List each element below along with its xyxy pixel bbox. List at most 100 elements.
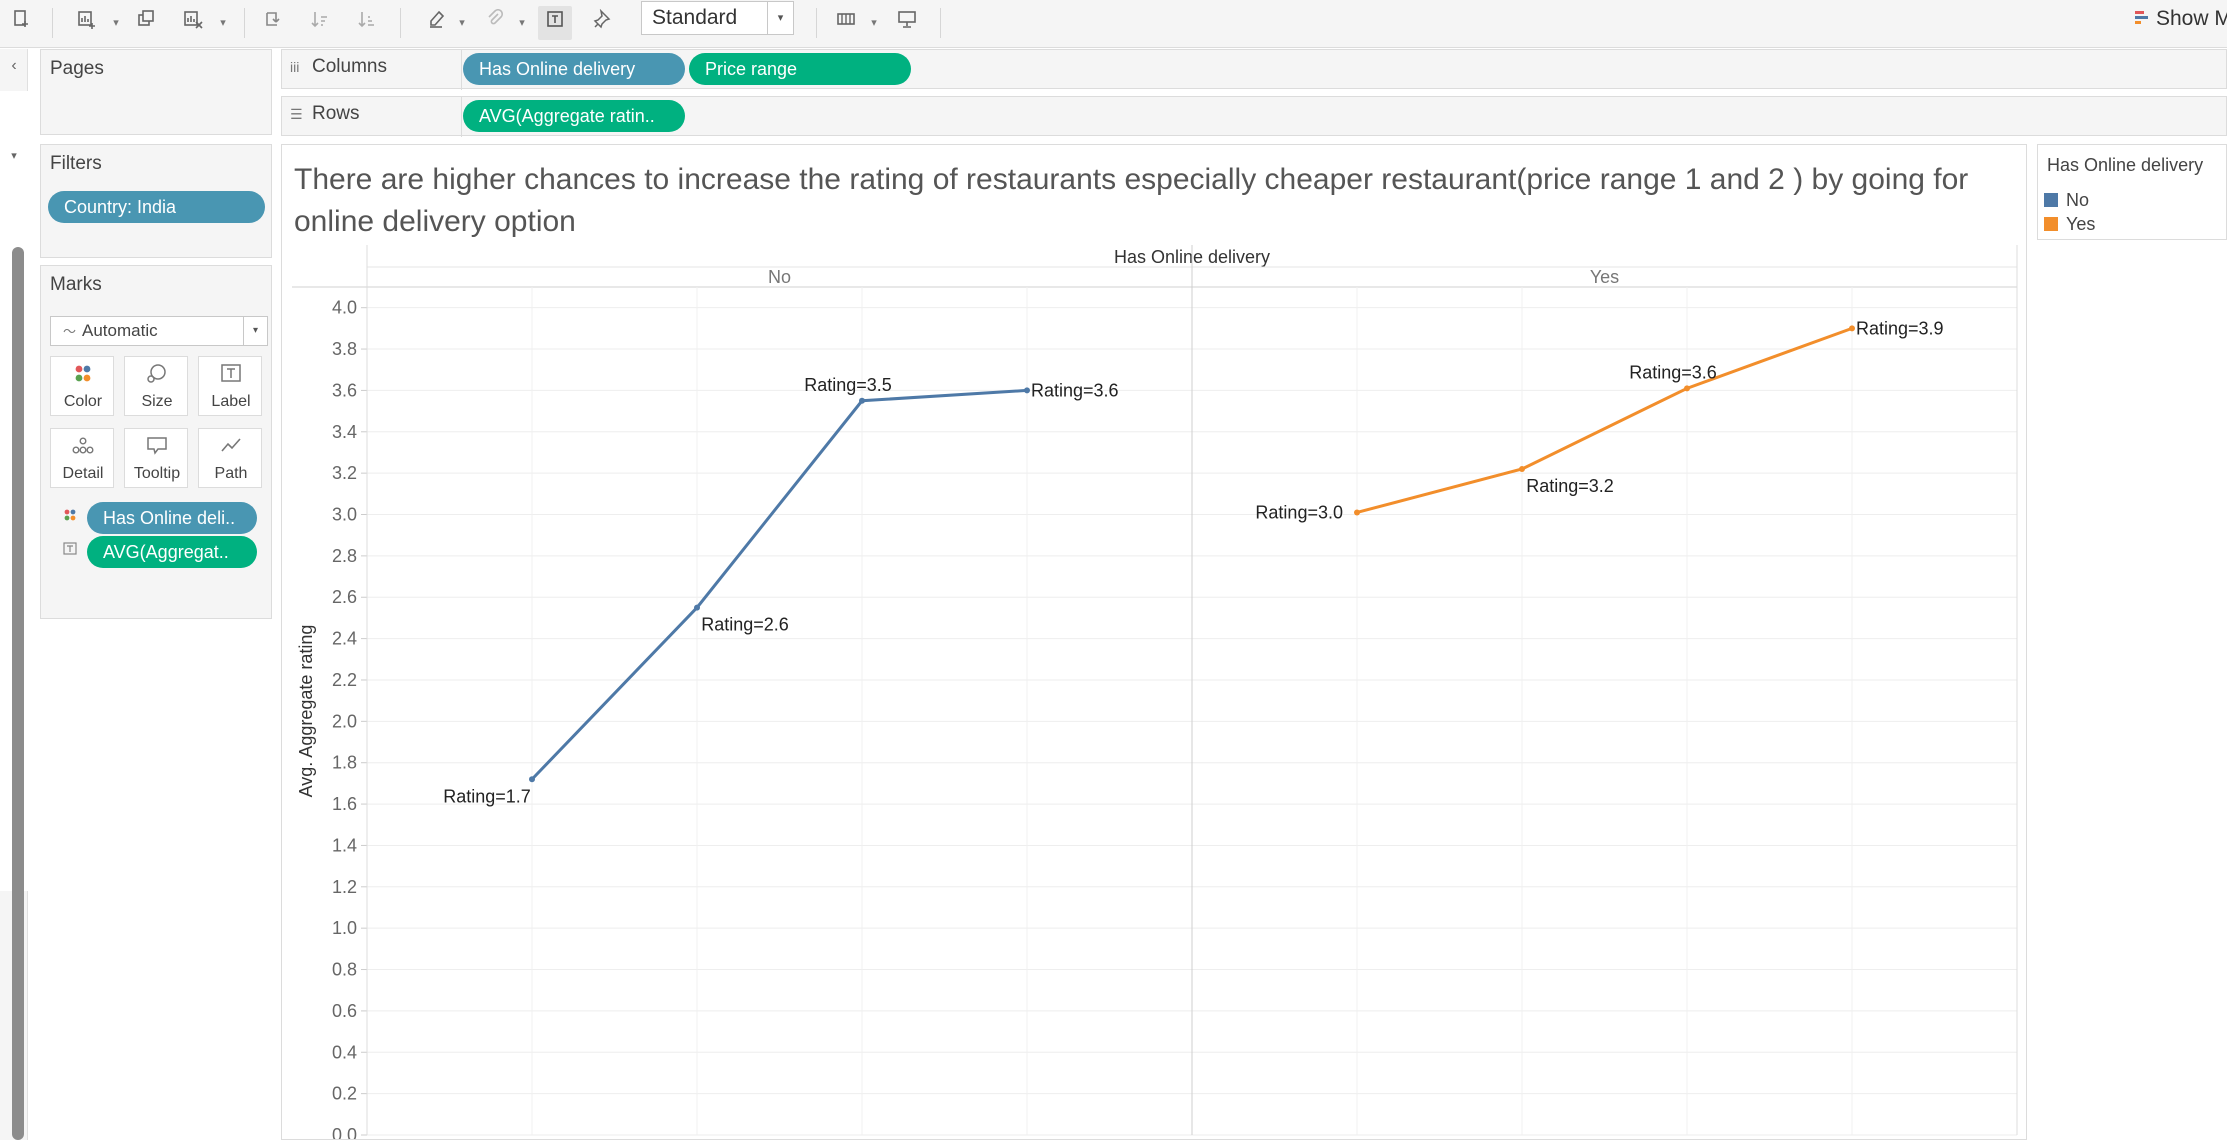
- line-mark-icon: 〜: [63, 324, 77, 339]
- new-worksheet-dropdown-icon[interactable]: ▾: [110, 6, 122, 40]
- data-label: Rating=3.6: [1629, 362, 1717, 382]
- y-tick-label: 1.4: [332, 835, 357, 855]
- color-legend[interactable]: Has Online delivery No Yes: [2037, 144, 2227, 240]
- x-tick-label: 1: [1353, 1138, 1362, 1139]
- data-label: Rating=3.9: [1856, 318, 1944, 338]
- x-tick-label: 4: [1848, 1138, 1857, 1139]
- clear-dropdown-icon[interactable]: ▾: [217, 6, 229, 40]
- columns-shelf[interactable]: iii Columns Has Online delivery Price ran…: [281, 49, 2227, 90]
- rows-shelf[interactable]: ☰ Rows AVG(Aggregate ratin..: [281, 96, 2227, 137]
- pages-title: Pages: [50, 58, 104, 79]
- tooltip-card-label: Tooltip: [133, 465, 181, 482]
- filter-pill-country[interactable]: Country: India: [48, 191, 265, 223]
- line-chart[interactable]: Has Online deliveryNo Yes0.00.20.40.60.81…: [282, 245, 2026, 1139]
- toolbar-separator: [940, 8, 941, 38]
- show-me-label: Show M: [2156, 7, 2227, 30]
- view-title: There are higher chances to increase the…: [294, 163, 1969, 238]
- columns-label: Columns: [312, 56, 387, 77]
- x-tick-label: 3: [858, 1138, 867, 1139]
- duplicate-icon[interactable]: [129, 6, 163, 40]
- sort-descending-icon[interactable]: [350, 6, 384, 40]
- y-tick-label: 2.0: [332, 711, 357, 731]
- marks-field-color[interactable]: Has Online deli..: [87, 502, 257, 534]
- pane-header-yes: Yes: [1590, 267, 1619, 287]
- columns-pill-online-delivery[interactable]: Has Online delivery: [463, 53, 685, 85]
- expand-pane-icon[interactable]: ‹: [0, 57, 28, 75]
- filters-title: Filters: [50, 153, 102, 174]
- show-me-button[interactable]: Show M: [2134, 4, 2227, 34]
- y-tick-label: 1.0: [332, 918, 357, 938]
- size-card[interactable]: Size: [124, 356, 188, 416]
- show-cards-icon[interactable]: [830, 6, 864, 40]
- pages-panel[interactable]: Pages: [40, 49, 272, 135]
- legend-item-no[interactable]: No: [2044, 189, 2089, 211]
- presentation-icon[interactable]: [890, 6, 924, 40]
- clear-sheet-icon[interactable]: [176, 6, 210, 40]
- x-tick-label: 4: [1023, 1138, 1032, 1139]
- chevron-down-icon[interactable]: ▾: [767, 2, 793, 34]
- color-card[interactable]: Color: [50, 356, 114, 416]
- x-tick-label: 2: [1518, 1138, 1527, 1139]
- y-tick-label: 0.2: [332, 1084, 357, 1104]
- sort-ascending-icon[interactable]: [303, 6, 337, 40]
- toolbar-separator: [244, 8, 245, 38]
- show-labels-icon[interactable]: [538, 6, 572, 40]
- color-icon: [51, 363, 115, 387]
- rows-pill-avg-rating[interactable]: AVG(Aggregate ratin..: [463, 100, 685, 132]
- rows-shelf-label: ☰ Rows: [290, 103, 360, 125]
- legend-label-no: No: [2066, 190, 2090, 210]
- detail-card-label: Detail: [62, 465, 104, 482]
- legend-item-yes[interactable]: Yes: [2044, 213, 2095, 235]
- scrollbar[interactable]: [12, 247, 24, 1140]
- y-tick-label: 3.8: [332, 339, 357, 359]
- rows-icon: ☰: [290, 106, 303, 122]
- fix-axes-icon[interactable]: [586, 6, 620, 40]
- swap-icon[interactable]: [256, 6, 290, 40]
- fit-select[interactable]: Standard ▾: [641, 1, 794, 35]
- data-label: Rating=3.0: [1255, 502, 1343, 522]
- y-tick-label: 3.0: [332, 505, 357, 525]
- highlight-icon[interactable]: [420, 6, 454, 40]
- marks-title: Marks: [50, 274, 102, 295]
- label-icon: [199, 363, 263, 387]
- toolbar: ▾ ▾ ▾ ▾ Standard ▾ ▾ Show M: [0, 0, 2227, 48]
- data-point: [1519, 466, 1525, 473]
- tooltip-card[interactable]: Tooltip: [124, 428, 188, 488]
- worksheet-view: There are higher chances to increase the…: [281, 144, 2027, 1140]
- group-icon[interactable]: [478, 6, 512, 40]
- columns-pill-price-range[interactable]: Price range: [689, 53, 911, 85]
- mark-type-select[interactable]: 〜 Automatic ▾: [50, 316, 268, 346]
- x-tick-label: 0: [363, 1138, 372, 1139]
- data-label: Rating=2.6: [701, 615, 789, 635]
- toolbar-separator: [816, 8, 817, 38]
- pane-header-no: No: [768, 267, 791, 287]
- label-encoding-icon: [61, 542, 79, 560]
- new-worksheet-icon[interactable]: [70, 6, 104, 40]
- marks-field-label[interactable]: AVG(Aggregat..: [87, 536, 257, 568]
- new-data-source-icon[interactable]: [4, 6, 38, 40]
- y-tick-label: 1.8: [332, 753, 357, 773]
- show-cards-dropdown-icon[interactable]: ▾: [868, 6, 880, 40]
- y-tick-label: 4.0: [332, 298, 357, 318]
- y-tick-label: 2.2: [332, 670, 357, 690]
- data-point: [859, 397, 865, 404]
- chevron-down-icon[interactable]: ▾: [0, 149, 28, 162]
- color-card-label: Color: [63, 393, 103, 410]
- detail-card[interactable]: Detail: [50, 428, 114, 488]
- y-tick-label: 1.6: [332, 794, 357, 814]
- path-card[interactable]: Path: [198, 428, 262, 488]
- y-tick-label: 2.4: [332, 629, 357, 649]
- mark-type-value: Automatic: [82, 321, 158, 340]
- path-card-label: Path: [214, 465, 248, 482]
- y-tick-label: 3.6: [332, 380, 357, 400]
- columns-icon: iii: [290, 59, 300, 75]
- y-tick-label: 2.6: [332, 587, 357, 607]
- group-dropdown-icon[interactable]: ▾: [516, 6, 528, 40]
- filters-panel[interactable]: Filters Country: India: [40, 144, 272, 258]
- x-tick-label: 2: [693, 1138, 702, 1139]
- label-card[interactable]: Label: [198, 356, 262, 416]
- chevron-down-icon[interactable]: ▾: [243, 317, 267, 345]
- highlight-dropdown-icon[interactable]: ▾: [456, 6, 468, 40]
- size-card-label: Size: [141, 393, 173, 410]
- shelf-divider: [461, 50, 462, 90]
